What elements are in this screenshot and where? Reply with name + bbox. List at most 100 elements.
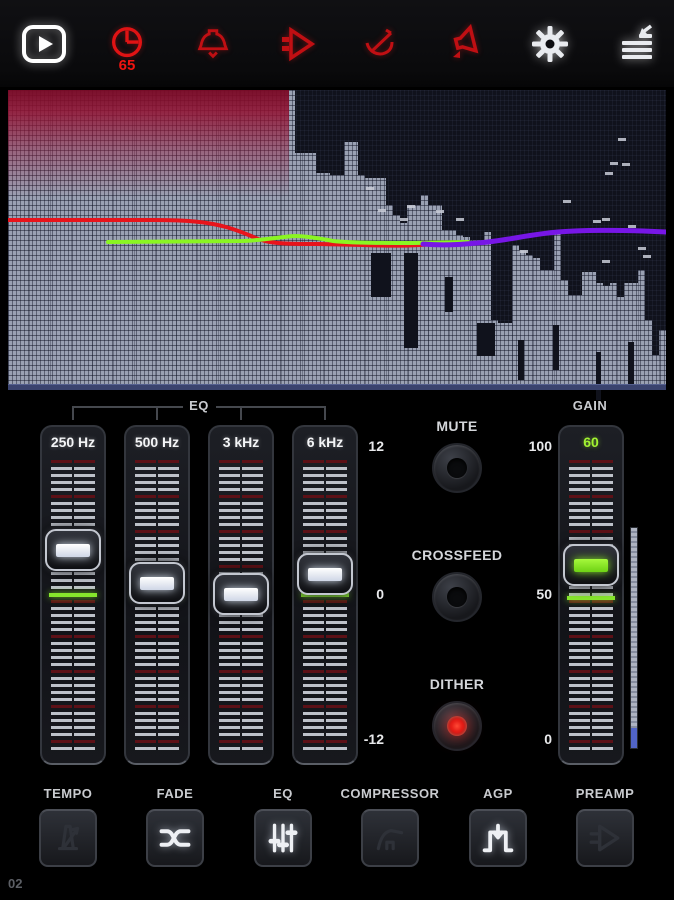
slider-tick-track	[135, 460, 156, 754]
play-icon	[22, 24, 66, 63]
eq-bracket-drop	[240, 406, 242, 420]
slider-tick-track	[592, 460, 613, 754]
dither-control: DITHER	[397, 676, 517, 751]
slider-handle[interactable]	[297, 553, 353, 595]
gain-scale-max: 100	[528, 438, 552, 454]
slider-tick-track	[74, 460, 95, 754]
mute-label: MUTE	[436, 418, 478, 434]
spectrum-analyzer[interactable]	[8, 90, 666, 400]
slider-handle[interactable]	[213, 573, 269, 615]
dither-knob-led	[447, 716, 467, 736]
crossfeed-label: CROSSFEED	[411, 547, 503, 563]
slider-frequency-label: 250 Hz	[50, 434, 96, 450]
preamp-control: PREAMP	[550, 786, 660, 867]
eq-bracket-line	[73, 406, 183, 408]
eq-control: EQ	[228, 786, 338, 867]
compressor-label: COMPRESSOR	[340, 786, 440, 801]
mute-speaker-button[interactable]	[436, 0, 496, 87]
brush-bowl-icon	[365, 28, 394, 55]
mute-knob-led	[447, 458, 467, 478]
slider-zero-line	[49, 593, 97, 597]
alarm-button[interactable]	[183, 0, 243, 87]
fade-label: FADE	[156, 786, 194, 801]
dither-label: DITHER	[429, 676, 485, 692]
eq-sliders-icon	[268, 823, 298, 853]
gain-scale-min: 0	[544, 731, 552, 747]
fade-button[interactable]	[146, 809, 204, 867]
compressor-button[interactable]	[361, 809, 419, 867]
gain-value: 60	[583, 434, 599, 450]
slider-tick-track	[158, 460, 179, 754]
slider-frequency-label: 6 kHz	[306, 434, 344, 450]
tempo-control: TEMPO	[13, 786, 123, 867]
slider-zero-line	[567, 596, 615, 600]
neutron-player-dsp-screen: 65 EQ 12 0 -12 100 50 0 GAIN 250 Hz 500 …	[0, 0, 674, 900]
gear-icon	[532, 25, 568, 62]
preamp-button[interactable]	[576, 809, 634, 867]
crossfeed-knob[interactable]	[432, 572, 482, 622]
audio-tweaks-button[interactable]	[352, 0, 412, 87]
mute-knob[interactable]	[432, 443, 482, 493]
slider-tick-track	[569, 460, 590, 754]
slider-handle-pill	[574, 558, 608, 572]
eq-slider-6-khz[interactable]: 6 kHz	[292, 425, 358, 765]
eq-bracket-drop	[324, 406, 326, 420]
preamp-label: PREAMP	[575, 786, 635, 801]
gain-level-meter	[630, 527, 638, 749]
slider-tick-track	[51, 460, 72, 754]
eq-bracket-line	[216, 406, 326, 408]
slider-handle-pill	[140, 576, 174, 590]
gate-pulse-icon	[482, 823, 514, 853]
dsp-effects-button[interactable]	[268, 0, 328, 87]
crossfade-icon	[159, 829, 191, 847]
sleep-timer-badge: 65	[118, 57, 136, 74]
eq-slider-500-hz[interactable]: 500 Hz	[124, 425, 190, 765]
gain-level-meter-fill	[631, 728, 637, 748]
agp-label: AGP	[483, 786, 513, 801]
eq-slider-3-khz[interactable]: 3 kHz	[208, 425, 274, 765]
bell-icon	[197, 28, 229, 58]
page-indicator: 02	[8, 876, 23, 891]
amplifier-icon	[282, 26, 316, 61]
compressor-control: COMPRESSOR	[335, 786, 445, 867]
balance-purple	[420, 227, 666, 248]
slider-tick-track	[326, 460, 347, 754]
mute-control: MUTE	[397, 418, 517, 493]
tempo-label: TEMPO	[43, 786, 93, 801]
crossfeed-knob-led	[447, 587, 467, 607]
eq-bracket-drop	[156, 406, 158, 420]
eq-button[interactable]	[254, 809, 312, 867]
gain-group-label: GAIN	[572, 398, 608, 413]
preamp-opamp-icon	[589, 824, 620, 852]
settings-button[interactable]	[520, 0, 580, 87]
speaker-icon	[453, 23, 479, 58]
play-source-button[interactable]	[14, 0, 74, 87]
sleep-timer-button[interactable]: 65	[97, 0, 157, 87]
slider-handle[interactable]	[129, 562, 185, 604]
tempo-button[interactable]	[39, 809, 97, 867]
slider-handle-pill	[56, 543, 90, 557]
gain-scale-mid: 50	[536, 586, 552, 602]
compressor-knee-icon	[376, 829, 404, 851]
eq-label: EQ	[273, 786, 293, 801]
fade-control: FADE	[120, 786, 230, 867]
slider-handle-pill	[224, 587, 258, 601]
eq-slider-250-hz[interactable]: 250 Hz	[40, 425, 106, 765]
agp-button[interactable]	[469, 809, 527, 867]
eq-bracket-drop	[72, 406, 74, 420]
metronome-icon	[57, 824, 80, 851]
slider-handle[interactable]	[563, 544, 619, 586]
toolbar: 65	[0, 0, 674, 87]
slider-frequency-label: 500 Hz	[134, 434, 180, 450]
dither-knob[interactable]	[432, 701, 482, 751]
playlist-queue-button[interactable]	[607, 0, 667, 87]
slider-frequency-label: 3 kHz	[222, 434, 260, 450]
playlist-import-icon	[622, 24, 653, 59]
slider-tick-track	[303, 460, 324, 754]
gain-slider[interactable]: 60	[558, 425, 624, 765]
crossfeed-control: CROSSFEED	[397, 547, 517, 622]
slider-handle[interactable]	[45, 529, 101, 571]
slider-handle-pill	[308, 567, 342, 581]
agp-control: AGP	[443, 786, 553, 867]
spectrum-baseline	[8, 384, 666, 390]
